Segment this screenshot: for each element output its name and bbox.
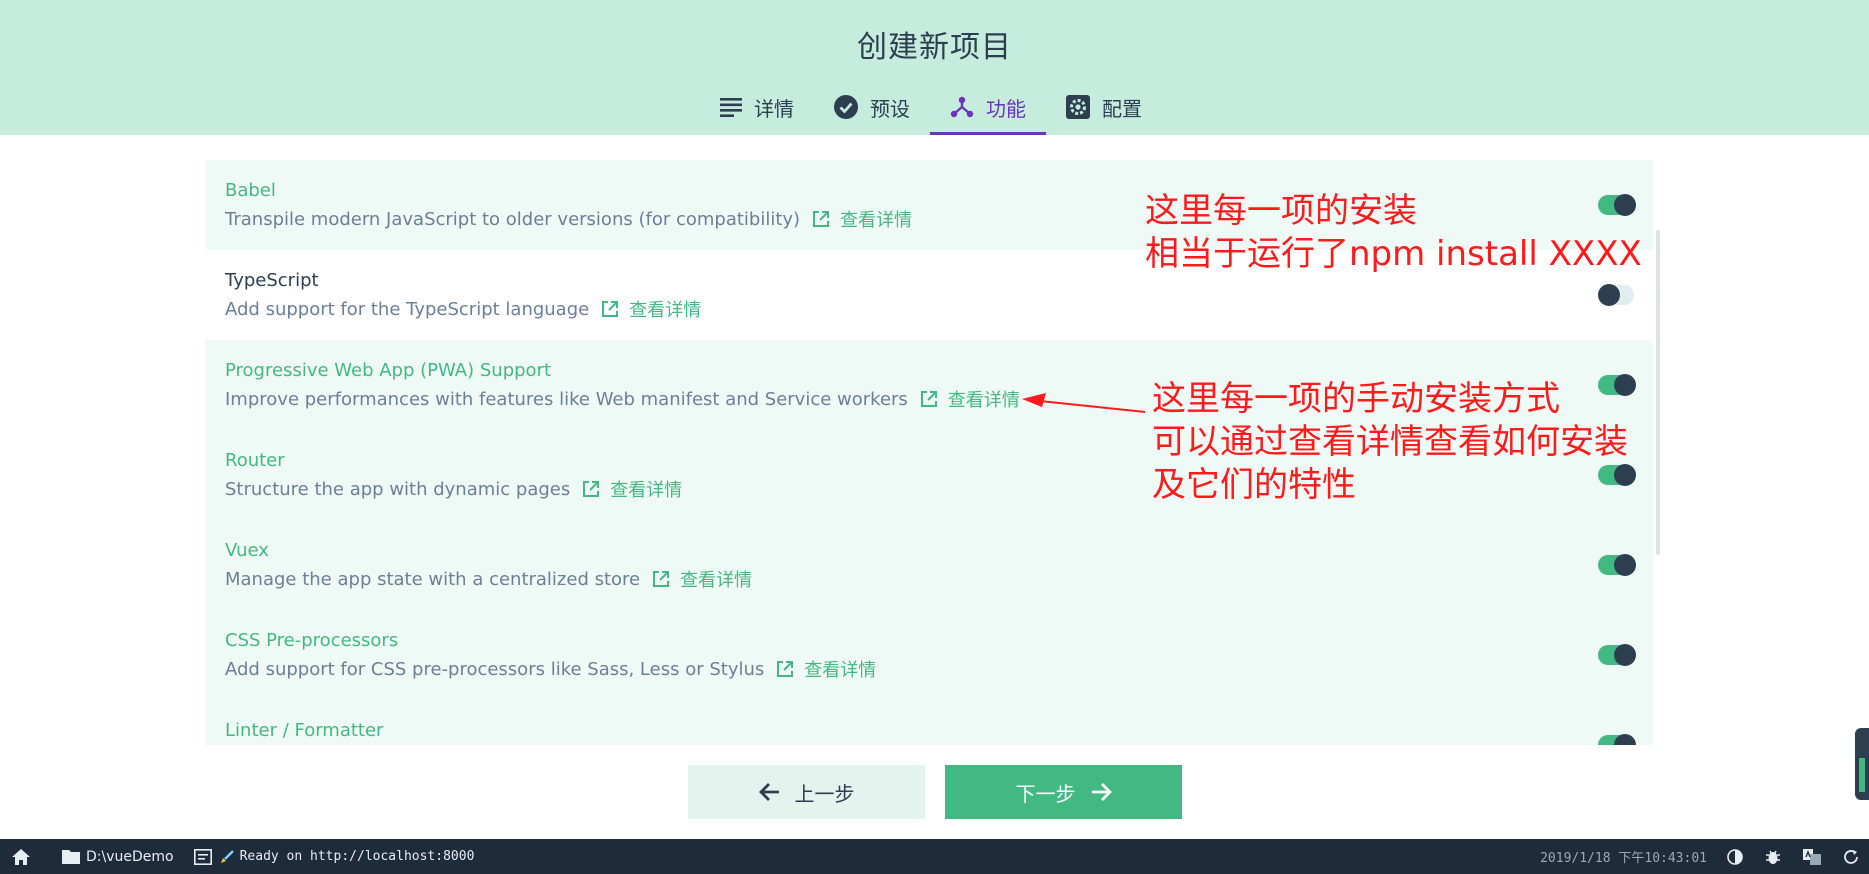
more-info-label: 查看详情 xyxy=(629,300,702,321)
arrow-right-icon xyxy=(1090,781,1112,803)
more-info-link[interactable]: 查看详情 xyxy=(920,386,1020,412)
feature-description: Add support for the TypeScript language … xyxy=(225,296,701,322)
feature-description: Manage the app state with a centralized … xyxy=(225,566,752,592)
prev-button[interactable]: 上一步 xyxy=(688,765,925,819)
annotation-top: 这里每一项的安装 相当于运行了npm install XXXX xyxy=(1145,190,1642,276)
status-message: Ready on http://localhost:8000 xyxy=(220,849,475,864)
tab-presets-label: 预设 xyxy=(870,96,910,121)
tab-details[interactable]: 详情 xyxy=(700,82,814,132)
tab-presets[interactable]: 预设 xyxy=(814,82,930,132)
more-info-label: 查看详情 xyxy=(610,480,683,501)
feature-item-linter[interactable]: Linter / Formatter xyxy=(205,700,1653,745)
feature-description: Add support for CSS pre-processors like … xyxy=(225,656,876,682)
more-info-link[interactable]: 查看详情 xyxy=(582,476,682,502)
feature-description: Transpile modern JavaScript to older ver… xyxy=(225,206,912,232)
scrollbar[interactable] xyxy=(1656,230,1660,555)
feature-desc-text: Transpile modern JavaScript to older ver… xyxy=(225,208,801,230)
feature-name: Progressive Web App (PWA) Support xyxy=(225,360,552,381)
feature-item-css[interactable]: CSS Pre-processors Add support for CSS p… xyxy=(205,610,1653,700)
external-link-icon xyxy=(812,210,830,228)
refresh-icon[interactable] xyxy=(1843,849,1859,865)
feature-name: TypeScript xyxy=(225,270,319,291)
more-info-label: 查看详情 xyxy=(947,390,1020,411)
toggle-knob xyxy=(1598,284,1620,306)
console-icon xyxy=(193,848,212,865)
annotation-top-line1: 这里每一项的安装 xyxy=(1145,191,1417,231)
annotation-top-line2: 相当于运行了npm install XXXX xyxy=(1145,234,1642,274)
folder-button[interactable]: D:\vueDemo xyxy=(62,849,174,865)
feature-name: Linter / Formatter xyxy=(225,720,384,741)
feature-toggle[interactable] xyxy=(1598,554,1636,576)
feature-desc-text: Structure the app with dynamic pages xyxy=(225,478,571,500)
feature-description: Structure the app with dynamic pages 查看详… xyxy=(225,476,682,502)
statusbar: D:\vueDemo Ready on http://localhost:800… xyxy=(0,839,1869,874)
console-button[interactable] xyxy=(193,848,212,865)
prev-button-label: 上一步 xyxy=(794,781,855,806)
feature-item-vuex[interactable]: Vuex Manage the app state with a central… xyxy=(205,520,1653,610)
brush-icon xyxy=(220,849,234,864)
more-info-link[interactable]: 查看详情 xyxy=(776,656,876,682)
feature-name: Babel xyxy=(225,180,276,201)
feature-desc-text: Improve performances with features like … xyxy=(225,388,908,410)
external-link-icon xyxy=(582,480,600,498)
statusbar-right: 2019/1/18 下午10:43:01 xyxy=(1540,839,1869,874)
feature-toggle[interactable] xyxy=(1598,284,1634,306)
tab-config-label: 配置 xyxy=(1102,96,1142,121)
feature-toggle[interactable] xyxy=(1598,644,1636,666)
feature-desc-text: Manage the app state with a centralized … xyxy=(225,568,641,590)
next-button[interactable]: 下一步 xyxy=(945,765,1182,819)
activity-bar xyxy=(1859,758,1865,792)
home-button[interactable] xyxy=(12,848,30,865)
annotation-middle: 这里每一项的手动安装方式 可以通过查看详情查看如何安装 及它们的特性 xyxy=(1152,378,1628,507)
fork-icon xyxy=(950,95,974,119)
more-info-label: 查看详情 xyxy=(680,570,753,591)
check-circle-icon xyxy=(834,95,858,119)
annotation-mid-line3: 及它们的特性 xyxy=(1152,465,1356,505)
feature-desc-text: Add support for CSS pre-processors like … xyxy=(225,658,765,680)
more-info-link[interactable]: 查看详情 xyxy=(812,206,912,232)
statusbar-time: 2019/1/18 下午10:43:01 xyxy=(1540,851,1707,866)
feature-name: Vuex xyxy=(225,540,269,561)
annotation-mid-line1: 这里每一项的手动安装方式 xyxy=(1152,379,1560,419)
more-info-label: 查看详情 xyxy=(804,660,877,681)
feature-name: Router xyxy=(225,450,285,471)
annotation-mid-line2: 可以通过查看详情查看如何安装 xyxy=(1152,422,1628,462)
external-link-icon xyxy=(920,390,938,408)
page-title: 创建新项目 xyxy=(857,30,1012,65)
external-link-icon xyxy=(776,660,794,678)
tab-features-label: 功能 xyxy=(986,96,1026,121)
toggle-knob xyxy=(1614,644,1636,666)
next-button-label: 下一步 xyxy=(1015,781,1076,806)
translate-icon[interactable] xyxy=(1803,848,1821,865)
arrow-left-icon xyxy=(758,781,781,803)
toggle-knob xyxy=(1614,554,1636,576)
contrast-icon[interactable] xyxy=(1727,848,1743,865)
gear-icon xyxy=(1066,95,1090,119)
more-info-link[interactable]: 查看详情 xyxy=(652,566,752,592)
more-info-link[interactable]: 查看详情 xyxy=(601,296,701,322)
toggle-knob xyxy=(1614,734,1636,745)
external-link-icon xyxy=(652,570,670,588)
list-icon xyxy=(720,97,742,117)
folder-path: D:\vueDemo xyxy=(86,848,174,865)
feature-toggle[interactable] xyxy=(1598,734,1636,745)
folder-icon xyxy=(62,849,80,864)
header: 创建新项目 详情 预设 功能 配置 xyxy=(0,0,1869,135)
status-text: Ready on http://localhost:8000 xyxy=(239,849,475,864)
tab-features[interactable]: 功能 xyxy=(930,82,1046,135)
feature-name: CSS Pre-processors xyxy=(225,630,399,651)
more-info-label: 查看详情 xyxy=(840,210,913,231)
bug-icon[interactable] xyxy=(1765,849,1781,865)
side-activity-widget[interactable] xyxy=(1855,728,1869,800)
tab-details-label: 详情 xyxy=(754,96,794,121)
tab-config[interactable]: 配置 xyxy=(1046,82,1162,132)
external-link-icon xyxy=(601,300,619,318)
home-icon xyxy=(12,848,30,865)
feature-description: Improve performances with features like … xyxy=(225,386,1020,412)
annotation-arrow xyxy=(1022,393,1146,413)
tab-bar: 详情 预设 功能 配置 xyxy=(700,82,1162,135)
feature-desc-text: Add support for the TypeScript language xyxy=(225,298,590,320)
